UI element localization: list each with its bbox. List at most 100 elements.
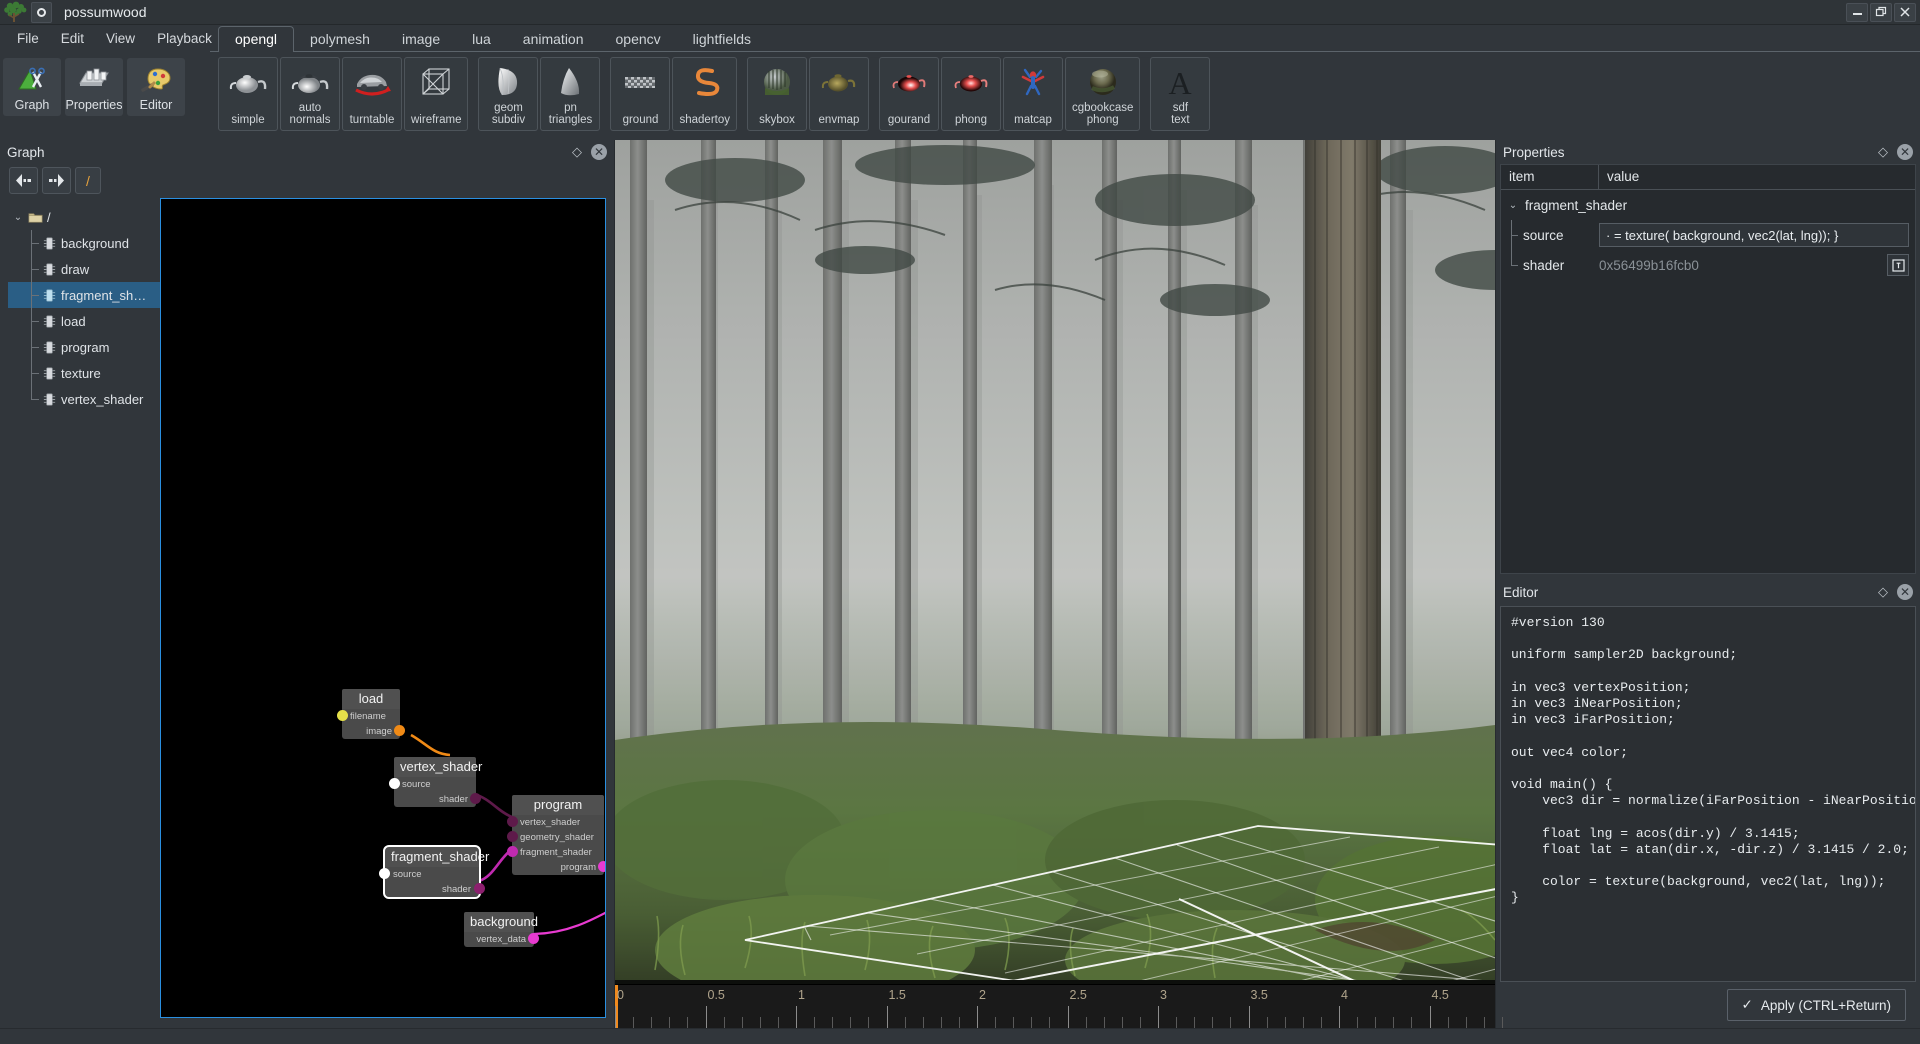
tool-simple[interactable]: simple (218, 57, 278, 131)
tool-matcap[interactable]: matcap (1003, 57, 1063, 131)
graph-path-button[interactable]: / (75, 167, 101, 194)
tab-lightfields[interactable]: lightfields (677, 27, 767, 52)
tree-item-fragment-shader[interactable]: fragment_sh… (8, 282, 160, 308)
tool-auto-normals[interactable]: auto normals (280, 57, 340, 131)
mode-button-properties[interactable]: Properties (65, 58, 123, 116)
tool-cgbookcase-phong[interactable]: cgbookcase phong (1065, 57, 1141, 131)
graph-forward-button[interactable] (42, 167, 71, 194)
info-icon[interactable] (1887, 254, 1909, 276)
ruler-tick-major (886, 1006, 888, 1028)
graph-node-program[interactable]: program vertex_shader geometry_shader fr… (507, 795, 605, 875)
tree-item-vertex-shader[interactable]: vertex_shader (8, 386, 160, 412)
menu-view[interactable]: View (95, 28, 146, 49)
graph-node-background[interactable]: background vertex_data (464, 912, 539, 947)
port-fragment-shader-shader[interactable]: shader (385, 882, 485, 897)
tool-wireframe[interactable]: wireframe (404, 57, 469, 131)
expand-chevron-icon[interactable]: ⌄ (10, 212, 26, 223)
minimize-button[interactable] (1846, 2, 1868, 22)
port-background-vertex-data[interactable]: vertex_data (464, 932, 539, 947)
ruler-tick-minor (723, 1017, 725, 1028)
port-dot[interactable] (507, 846, 518, 857)
port-dot[interactable] (598, 861, 605, 872)
ruler-tick-minor (940, 1017, 942, 1028)
ruler-tick-minor (1013, 1017, 1015, 1028)
shader-code-editor[interactable]: #version 130 uniform sampler2D backgroun… (1500, 606, 1916, 982)
tab-image[interactable]: image (386, 27, 456, 52)
properties-row-source[interactable]: source · = texture( background, vec2(lat… (1501, 220, 1915, 250)
mode-button-editor[interactable]: Editor (127, 58, 185, 116)
tab-polymesh[interactable]: polymesh (294, 27, 386, 52)
port-dot[interactable] (507, 831, 518, 842)
phong-teapot-icon (948, 61, 994, 103)
port-dot[interactable] (379, 868, 390, 879)
properties-row-shader[interactable]: shader 0x56499b16fcb0 (1501, 250, 1915, 280)
tool-phong[interactable]: phong (941, 57, 1001, 131)
app-window: possumwood File Edit View Playback Graph… (0, 0, 1920, 1044)
port-load-image[interactable]: image (342, 724, 405, 739)
check-icon: ✓ (1741, 997, 1753, 1012)
tool-ground[interactable]: ground (610, 57, 671, 131)
tool-gourand[interactable]: gourand (879, 57, 939, 131)
port-vertex-shader-shader[interactable]: shader (394, 792, 481, 807)
graph-node-fragment-shader[interactable]: fragment_shader source shader (379, 845, 489, 899)
editor-float-icon[interactable]: ◇ (1878, 584, 1888, 600)
tab-opengl[interactable]: opengl (218, 26, 295, 52)
mode-button-graph[interactable]: Graph (3, 58, 61, 116)
port-dot[interactable] (507, 816, 518, 827)
graph-float-icon[interactable]: ◇ (572, 144, 582, 160)
editor-close-icon[interactable]: ✕ (1897, 584, 1913, 600)
envmap-teapot-icon (816, 61, 862, 103)
tool-shadertoy[interactable]: shadertoy (672, 57, 737, 131)
tree-item-background[interactable]: background (8, 230, 160, 256)
port-program-geometry-shader[interactable]: geometry_shader (507, 830, 604, 845)
properties-expand-chevron-icon[interactable]: ⌄ (1505, 200, 1521, 211)
tool-sdf-text[interactable]: A sdf text (1150, 57, 1211, 131)
menu-file[interactable]: File (6, 28, 50, 49)
ribbon-toolstrip: simple auto normals turntable wireframe … (210, 51, 1920, 135)
properties-group-row[interactable]: ⌄ fragment_shader (1501, 190, 1915, 220)
port-program-fragment-shader[interactable]: fragment_shader (507, 845, 604, 860)
tab-opencv[interactable]: opencv (600, 27, 677, 52)
port-dot[interactable] (470, 793, 481, 804)
tab-animation[interactable]: animation (507, 27, 600, 52)
graph-close-icon[interactable]: ✕ (591, 144, 607, 160)
port-program-program[interactable]: program (512, 860, 605, 875)
tool-geom-subdiv[interactable]: geom subdiv (478, 57, 539, 131)
graph-node-load[interactable]: load filename image (337, 689, 405, 739)
port-fragment-shader-source[interactable]: source (379, 867, 479, 882)
ruler-tick-minor (687, 1017, 689, 1028)
tool-skybox[interactable]: skybox (747, 57, 807, 131)
tree-item-program[interactable]: program (8, 334, 160, 360)
port-program-vertex-shader[interactable]: vertex_shader (507, 815, 604, 830)
port-dot[interactable] (474, 883, 485, 894)
port-load-filename[interactable]: filename (337, 709, 400, 724)
tool-pn-triangles[interactable]: pn triangles (540, 57, 601, 131)
gl-viewport[interactable] (615, 140, 1495, 984)
tree-root-row[interactable]: ⌄ / (8, 204, 160, 230)
tool-turntable[interactable]: turntable (342, 57, 402, 131)
apply-button[interactable]: ✓ Apply (CTRL+Return) (1726, 989, 1906, 1021)
properties-close-icon[interactable]: ✕ (1897, 144, 1913, 160)
maximize-button[interactable] (1870, 2, 1892, 22)
port-dot[interactable] (394, 725, 405, 736)
tree-item-draw[interactable]: draw (8, 256, 160, 282)
graph-back-button[interactable] (9, 167, 38, 194)
tree-item-label: draw (61, 261, 90, 277)
port-vertex-shader-source[interactable]: source (389, 777, 476, 792)
source-input[interactable]: · = texture( background, vec2(lat, lng))… (1599, 223, 1909, 247)
menu-edit[interactable]: Edit (50, 28, 95, 49)
port-dot[interactable] (337, 710, 348, 721)
node-graph-canvas[interactable]: load filename image vertex_shader source… (160, 198, 606, 1018)
ruler-tick-minor (777, 1017, 779, 1028)
tree-item-load[interactable]: load (8, 308, 160, 334)
close-button[interactable] (1894, 2, 1916, 22)
pn-triangle-icon (547, 61, 593, 102)
properties-float-icon[interactable]: ◇ (1878, 144, 1888, 160)
tree-item-texture[interactable]: texture (8, 360, 160, 386)
timeline-ruler[interactable]: 0 0.5 1 1.5 2 2.5 3 3.5 4 4.5 (615, 984, 1503, 1028)
tool-envmap[interactable]: envmap (809, 57, 869, 131)
port-dot[interactable] (389, 778, 400, 789)
graph-node-vertex-shader[interactable]: vertex_shader source shader (389, 757, 482, 807)
port-dot[interactable] (528, 933, 539, 944)
tab-lua[interactable]: lua (456, 27, 507, 52)
